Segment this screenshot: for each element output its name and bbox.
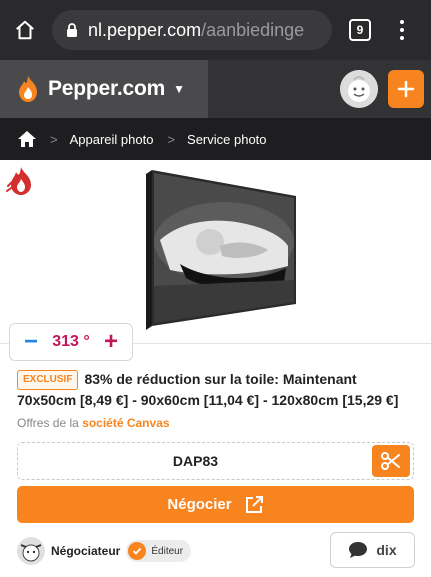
chevron-right-icon: >	[167, 131, 176, 147]
merchant-link[interactable]: société Canvas	[82, 416, 169, 430]
brand-name: Pepper.com	[48, 77, 166, 100]
role-label: Éditeur	[151, 545, 184, 557]
deal-title[interactable]: EXCLUSIF 83% de réduction sur la toile: M…	[17, 369, 417, 411]
home-button[interactable]	[0, 0, 50, 60]
tab-count: 9	[356, 23, 364, 37]
url-path: /aanbiedinge	[201, 19, 305, 40]
pepper-logo-icon	[19, 76, 37, 102]
hot-flame-icon	[6, 167, 31, 195]
scissors-icon	[381, 452, 400, 470]
avatar-icon	[17, 537, 45, 565]
merchant-prefix: Offres de la	[17, 416, 79, 430]
exclusive-badge: EXCLUSIF	[17, 370, 79, 390]
breadcrumb-home-icon[interactable]	[18, 131, 36, 147]
merchant-line: Offres de la société Canvas	[17, 416, 170, 430]
breadcrumb: > Appareil photo > Service photo	[0, 118, 431, 160]
external-link-icon	[245, 495, 263, 513]
poster-name[interactable]: Négociateur	[51, 544, 120, 558]
home-icon	[16, 20, 34, 40]
get-deal-label: Négocier	[167, 496, 232, 513]
user-avatar[interactable]	[340, 70, 378, 108]
chevron-right-icon: >	[50, 131, 58, 147]
voucher-code-box[interactable]: DAP83	[17, 442, 414, 480]
brand-menu[interactable]: Pepper.com ▼	[0, 60, 208, 118]
browser-toolbar: nl.pepper.com/aanbiedinge 9	[0, 0, 431, 60]
temperature-vote: − 313 ° +	[9, 323, 133, 361]
vote-down-button[interactable]: −	[20, 330, 42, 354]
avatar-icon	[340, 70, 378, 108]
copy-code-button[interactable]	[372, 445, 410, 477]
get-deal-button[interactable]: Négocier	[17, 486, 414, 523]
caret-down-icon: ▼	[173, 82, 185, 96]
temperature-value: 313 °	[52, 333, 90, 350]
breadcrumb-item[interactable]: Service photo	[187, 132, 267, 147]
comments-count: dix	[376, 542, 397, 558]
tabs-icon[interactable]: 9	[349, 19, 371, 41]
poster-info: Négociateur Éditeur	[17, 536, 192, 566]
url-text: nl.pepper.com/aanbiedinge	[88, 20, 304, 41]
comment-icon	[349, 542, 368, 558]
poster-avatar[interactable]	[17, 537, 45, 565]
breadcrumb-item[interactable]: Appareil photo	[70, 132, 154, 147]
url-host: nl.pepper.com	[88, 19, 202, 40]
vote-up-button[interactable]: +	[100, 330, 122, 354]
site-header: Pepper.com ▼	[0, 60, 431, 118]
add-deal-button[interactable]	[388, 70, 424, 108]
role-badge: Éditeur	[126, 540, 192, 562]
address-bar[interactable]: nl.pepper.com/aanbiedinge	[52, 10, 332, 50]
product-image[interactable]	[140, 170, 298, 330]
voucher-code: DAP83	[172, 453, 219, 469]
lock-icon	[67, 22, 77, 37]
plus-icon	[397, 80, 415, 98]
comments-button[interactable]: dix	[330, 532, 415, 568]
more-vert-icon[interactable]	[392, 14, 412, 46]
check-icon	[128, 542, 147, 560]
